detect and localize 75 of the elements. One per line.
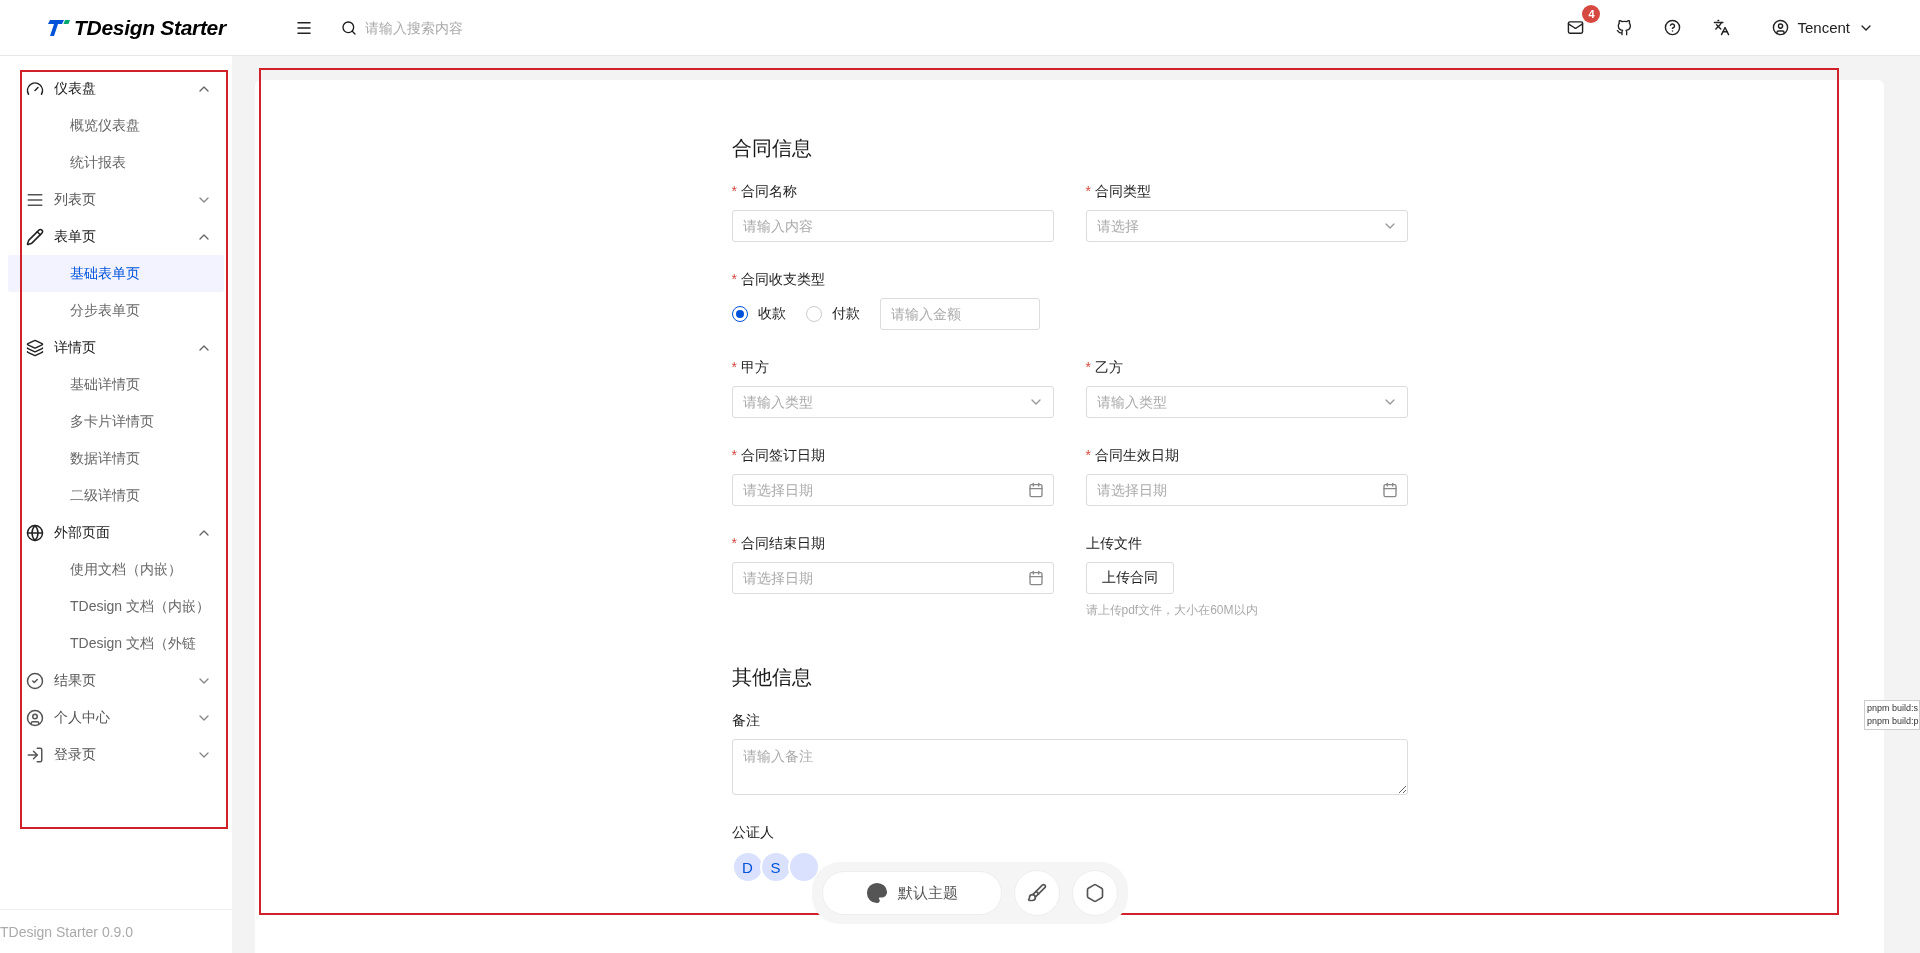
menu-group[interactable]: 登录页 [8, 736, 224, 773]
field-label: * 合同生效日期 [1085, 446, 1180, 465]
field-label: * 合同名称 [731, 182, 798, 201]
logo-icon [48, 17, 70, 38]
calendar-icon [1027, 570, 1044, 586]
translate-icon [1713, 19, 1731, 36]
field-label: 上传文件 [1085, 534, 1143, 553]
logo-text: TDesign Starter [74, 15, 226, 40]
upload-hint: 请上传pdf文件，大小在60M以内 [1085, 602, 1259, 619]
menu-group[interactable]: 列表页 [8, 181, 224, 218]
field-label: * 合同类型 [1085, 182, 1152, 201]
mail-icon [1567, 19, 1585, 36]
menu-group[interactable]: 仪表盘 [8, 70, 224, 107]
field-label: 公证人 [731, 823, 775, 842]
field-label: * 甲方 [731, 358, 770, 377]
menu-item[interactable]: 基础详情页 [8, 366, 224, 403]
form-icon [26, 227, 44, 246]
menu-item[interactable]: 统计报表 [8, 144, 224, 181]
tooltip-line: pnpm build:p [1867, 715, 1917, 728]
text-input[interactable]: 请输入内容 [731, 210, 1054, 242]
menu-item[interactable]: 数据详情页 [8, 440, 224, 477]
amount-input[interactable]: 请输入金额 [879, 298, 1040, 330]
menu-item[interactable]: 使用文档（内嵌） [8, 551, 224, 588]
field-label: * 合同结束日期 [731, 534, 826, 553]
menu-item[interactable]: 基础表单页 [8, 255, 224, 292]
hexagon-icon [1085, 883, 1105, 903]
avatar: D [731, 851, 764, 883]
field-label: * 合同收支类型 [731, 270, 826, 289]
menu-group[interactable]: 表单页 [8, 218, 224, 255]
menu-item[interactable]: TDesign 文档（外链 [8, 625, 224, 662]
select-field[interactable]: 请输入类型 [731, 386, 1054, 418]
menu-item[interactable]: 分步表单页 [8, 292, 224, 329]
section-title: 其他信息 [731, 665, 813, 690]
field-label: * 合同签订日期 [731, 446, 826, 465]
upload-button[interactable]: 上传合同 [1085, 562, 1174, 594]
user-icon [26, 708, 44, 727]
github-icon [1616, 19, 1633, 36]
result-icon [26, 671, 44, 690]
select-field[interactable]: 请选择 [1085, 210, 1408, 242]
menu-group[interactable]: 外部页面 [8, 514, 224, 551]
menu-group[interactable]: 个人中心 [8, 699, 224, 736]
calendar-icon [1381, 482, 1398, 498]
menu-item[interactable]: 多卡片详情页 [8, 403, 224, 440]
help-icon [1664, 19, 1682, 36]
menu-group[interactable]: 结果页 [8, 662, 224, 699]
menu-group[interactable]: 详情页 [8, 329, 224, 366]
login-icon [26, 745, 44, 764]
user-icon [1772, 19, 1790, 36]
field-label: * 乙方 [1085, 358, 1124, 377]
external-icon [26, 523, 44, 542]
menu-item[interactable]: TDesign 文档（内嵌） [8, 588, 224, 625]
date-picker[interactable]: 请选择日期 [731, 474, 1054, 506]
calendar-icon [1027, 482, 1044, 498]
dashboard-icon [26, 79, 44, 98]
tooltip-line: pnpm build:s [1867, 702, 1917, 715]
search-icon [341, 19, 357, 36]
date-picker[interactable]: 请选择日期 [1085, 474, 1408, 506]
remark-textarea[interactable]: 请输入备注 [731, 739, 1408, 795]
theme-button[interactable]: 默认主题 [822, 871, 1002, 915]
avatar: S [759, 851, 792, 883]
menu-item[interactable]: 概览仪表盘 [8, 107, 224, 144]
field-label: 备注 [731, 711, 761, 730]
palette-icon [866, 882, 888, 904]
section-title: 合同信息 [731, 136, 813, 161]
version-label: TDesign Starter 0.9.0 [0, 923, 134, 940]
notification-badge: 4 [1582, 5, 1601, 23]
menu-item[interactable]: 二级详情页 [8, 477, 224, 514]
user-menu-button[interactable]: Tencent [1766, 18, 1880, 37]
date-picker[interactable]: 请选择日期 [731, 562, 1054, 594]
radio-option[interactable]: 收款 [731, 305, 786, 323]
settings-button[interactable] [1072, 870, 1118, 916]
brush-icon [1027, 883, 1047, 903]
detail-icon [26, 338, 44, 357]
radio-option[interactable]: 付款 [805, 305, 860, 323]
select-field[interactable]: 请输入类型 [1085, 386, 1408, 418]
